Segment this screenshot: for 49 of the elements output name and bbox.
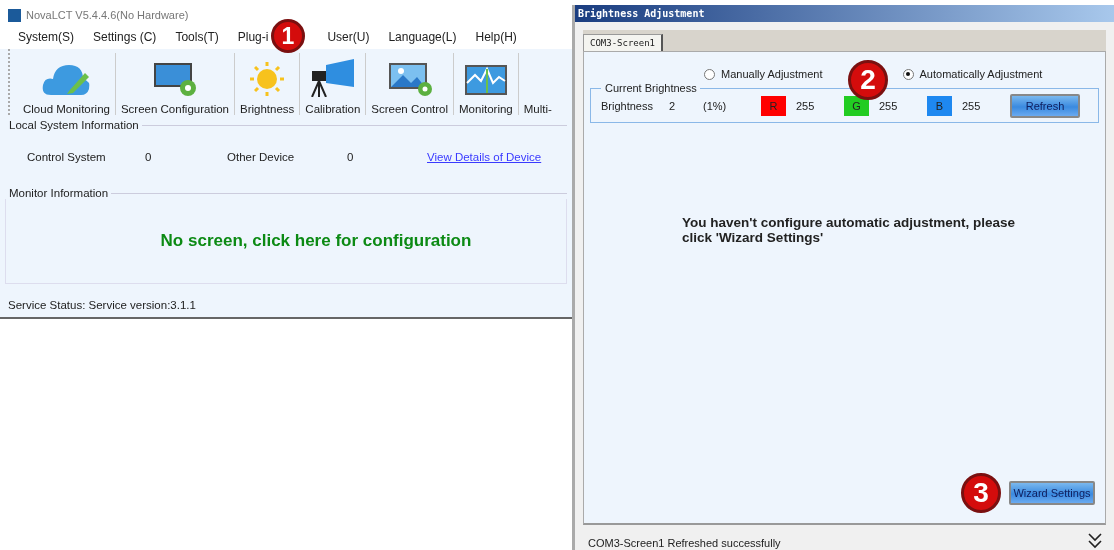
field-label: Control System (27, 151, 107, 163)
field-value: 0 (347, 151, 355, 163)
status-text: Service Status: Service version:3.1.1 (7, 299, 197, 313)
message-text: You haven't configure automatic adjustment, please click 'Wizard Settings' (682, 215, 1017, 245)
toolbar-button[interactable]: Brightness (235, 53, 301, 115)
menu-item[interactable]: System(S) (18, 30, 74, 44)
toolbar-button[interactable]: Screen Configuration (115, 53, 235, 115)
waveform-monitor-icon (462, 63, 509, 97)
menu-item[interactable]: Language(L) (388, 30, 457, 44)
field-value: 255 (961, 100, 982, 112)
wizard-settings-button[interactable]: Wizard Settings (1009, 481, 1095, 505)
tab[interactable]: COM3-Screen1 (583, 34, 664, 51)
color-swatch: G (844, 96, 869, 116)
field-label: Other Device (227, 151, 296, 163)
callout-badge: 3 (961, 473, 1001, 513)
field-value: 2 (669, 100, 677, 112)
radio-button[interactable] (704, 68, 715, 80)
configuration-link[interactable]: No screen, click here for configuration (100, 231, 472, 251)
field-label: Brightness (601, 100, 654, 112)
section-title: Local System Information (8, 119, 140, 131)
app-logo-icon (8, 8, 21, 22)
menu-item[interactable]: Tools(T) (175, 30, 219, 44)
dialog-title: Brightness Adjustment (575, 5, 1114, 22)
toolbar-button[interactable]: Multi- (518, 53, 557, 115)
refresh-button[interactable]: Refresh (1010, 94, 1080, 118)
field-value: 255 (878, 100, 899, 112)
menu-item[interactable]: User(U) (327, 30, 370, 44)
toolbar-button[interactable]: Screen Control (366, 53, 455, 115)
menu-item[interactable]: Plug-i (237, 30, 269, 44)
menu-item[interactable]: Help(H) (475, 30, 517, 44)
radio-label[interactable]: Automatically Adjustment (919, 68, 1043, 80)
field-value: (1%) (703, 100, 728, 112)
radio-label[interactable]: Manually Adjustment (721, 68, 823, 80)
section-title: Current Brightness (604, 82, 698, 94)
color-swatch: R (761, 96, 786, 116)
toolbar-button[interactable]: Calibration (300, 53, 367, 115)
double-chevron-icon (1088, 533, 1102, 549)
radio-button[interactable] (902, 68, 914, 80)
color-swatch: B (927, 96, 952, 116)
window-title: NovaLCT V5.4.4.6(No Hardware) (26, 9, 189, 21)
field-value: 0 (145, 151, 153, 163)
toolbar-button[interactable]: Cloud Monitoring (18, 53, 116, 115)
section-title: Monitor Information (8, 187, 110, 199)
callout-badge: 2 (848, 60, 888, 100)
toolbar-button[interactable]: Monitoring (454, 53, 519, 115)
field-value: 255 (795, 100, 816, 112)
status-text: COM3-Screen1 Refreshed successfully (588, 537, 781, 549)
menu-item[interactable]: Settings (C) (93, 30, 157, 44)
details-link[interactable]: View Details of Device (427, 151, 542, 163)
